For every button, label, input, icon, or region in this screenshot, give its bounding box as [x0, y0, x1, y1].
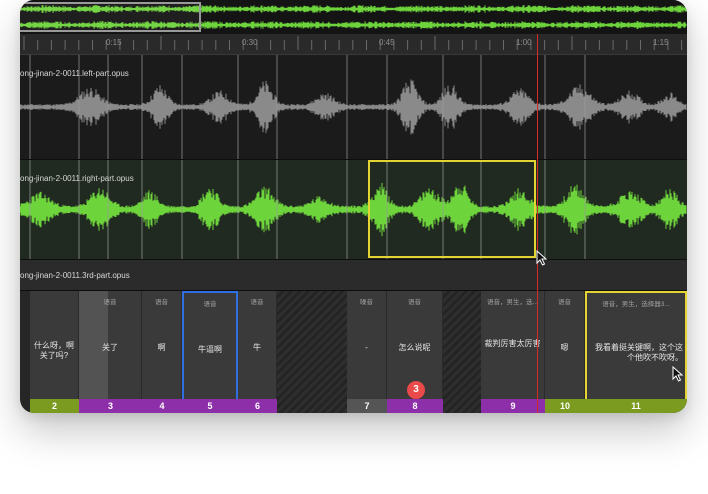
segment-body: 噪音 - [347, 291, 387, 399]
segment-2[interactable]: 什么呀，啊关了吗? 2 [30, 291, 79, 413]
segment-number: 9 [481, 399, 545, 413]
segment-tag: 语音 [203, 301, 217, 308]
waveform-path [20, 79, 687, 135]
overview-visible-range[interactable] [20, 2, 201, 32]
unannotated-gap [277, 291, 347, 413]
segment-number: 10 [545, 399, 585, 413]
segment-text: 我看着挺关键啊，这个这个他吹不吹呀。 [595, 343, 683, 362]
ruler-tick-label: 1:00 [516, 38, 532, 47]
audio-annotation-window: 0:15 0:30 0:45 1:00 1:15 ong-jinan-2-001… [20, 0, 687, 413]
segment-number: 2 [30, 399, 79, 413]
segment-9[interactable]: 语音，男生，选... 裁判厉害太厉害 9 [481, 291, 545, 413]
segment-body: 语音 嗯 [545, 291, 585, 399]
ruler-tick-label: 1:15 [653, 38, 669, 47]
segment-number: 5 [182, 399, 238, 413]
segment-text: 什么呀，啊关了吗? [34, 341, 74, 360]
segment-number: 4 [142, 399, 182, 413]
segment-tag: 语音 [408, 299, 421, 306]
segment-tag: 语音，男生，选择器3... [602, 301, 670, 308]
segment-body: 语音，男生，选择器3... 我看着挺关键啊，这个这个他吹不吹呀。 [585, 291, 687, 403]
track-label: ong-jinan-2-0011.right-part.opus [20, 174, 134, 183]
segment-text: 牛逼啊 [198, 345, 222, 354]
segment-11[interactable]: 语音，男生，选择器3... 我看着挺关键啊，这个这个他吹不吹呀。 11 [585, 291, 687, 413]
segment-tag: 语音 [155, 299, 168, 306]
overview-waveform[interactable] [20, 0, 687, 34]
track-label: ong-jinan-2-0011.left-part.opus [20, 69, 129, 78]
segment-text: 牛 [253, 343, 261, 352]
segment-body: 语音 牛逼啊 [182, 291, 238, 403]
segment-text: 嗯 [560, 343, 569, 352]
segment-tag: 语音 [250, 299, 264, 306]
playhead[interactable] [537, 34, 538, 413]
segment-text: 啊 [157, 343, 166, 352]
time-ruler[interactable]: 0:15 0:30 0:45 1:00 1:15 [20, 34, 687, 55]
segment-7[interactable]: 噪音 - 7 [347, 291, 387, 413]
segment-row: 什么呀，啊关了吗? 2 语音 关了 3 语音 啊 4 语音 牛逼啊 5 语音 牛… [20, 291, 687, 413]
segment-tag: 噪音 [360, 299, 373, 306]
waveform-path [20, 182, 687, 237]
segment-10[interactable]: 语音 嗯 10 [545, 291, 585, 413]
segment-number: 3 [79, 399, 142, 413]
unannotated-gap [443, 291, 481, 413]
segment-number: 11 [585, 399, 687, 413]
mouse-pointer-icon [672, 366, 684, 382]
segment-text: - [365, 343, 368, 352]
segment-number: 8 [387, 399, 443, 413]
track-3rd-part[interactable]: ong-jinan-2-0011.3rd-part.opus [20, 260, 687, 290]
segment-body: 语音 啊 [142, 291, 182, 399]
track-label: ong-jinan-2-0011.3rd-part.opus [20, 271, 130, 280]
segment-overlap [79, 291, 108, 399]
ruler-tick-label: 0:45 [379, 38, 395, 47]
segment-body: 语音 牛 [238, 291, 277, 399]
segment-body: 什么呀，啊关了吗? [30, 291, 79, 399]
count-badge[interactable]: 3 [407, 381, 425, 399]
segment-tag: 语音，男生，选... [487, 299, 538, 306]
segment-body: 语音，男生，选... 裁判厉害太厉害 [481, 291, 545, 399]
segment-4[interactable]: 语音 啊 4 [142, 291, 182, 413]
ruler-tick-label: 0:15 [106, 38, 122, 47]
segment-tag: 语音 [558, 299, 571, 306]
selection-region[interactable] [368, 160, 536, 258]
ruler-tick-label: 0:30 [242, 38, 258, 47]
segment-number: 7 [347, 399, 387, 413]
mouse-pointer-icon [536, 250, 548, 266]
track-left-part[interactable]: ong-jinan-2-0011.left-part.opus [20, 55, 687, 159]
segment-5-selected[interactable]: 语音 牛逼啊 5 [182, 291, 238, 413]
segment-6[interactable]: 语音 牛 6 [238, 291, 277, 413]
segment-text: 裁判厉害太厉害 [484, 339, 541, 348]
track-right-part[interactable]: ong-jinan-2-0011.right-part.opus [20, 160, 687, 259]
segment-text: 怎么说呢 [398, 343, 431, 352]
segment-number: 6 [238, 399, 277, 413]
